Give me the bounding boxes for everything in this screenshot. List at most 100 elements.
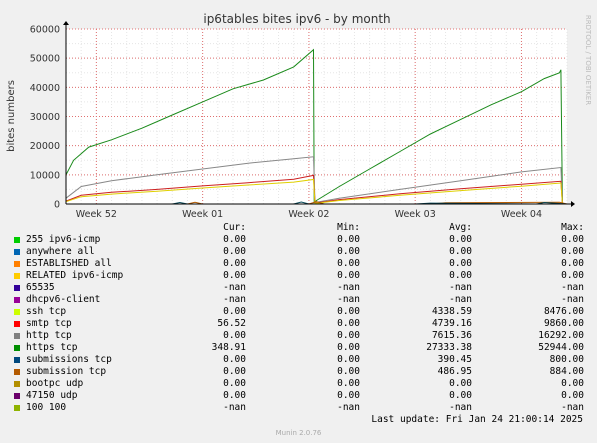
legend-max-value: 0.00 (561, 390, 584, 401)
legend-avg-value: 0.00 (449, 246, 472, 257)
x-tick-label: Week 02 (288, 209, 329, 220)
legend-row: submission tcp 0.00 0.00 486.95 884.00 (0, 366, 597, 378)
legend-cur-value: 0.00 (223, 258, 246, 269)
plot-area: 0 10000 20000 30000 40000 50000 60000 Week 52 We… (30, 21, 575, 220)
legend-label: ssh tcp (26, 306, 67, 317)
chart: ip6tables bites ipv6 - by month bites nu… (6, 12, 592, 220)
legend-cur-value: 0.00 (223, 270, 246, 281)
y-tick-label: 60000 (30, 25, 60, 36)
legend-max-value: -nan (561, 282, 584, 293)
legend-swatch (14, 285, 20, 291)
legend-row: ESTABLISHED all 0.00 0.00 0.00 0.00 (0, 258, 597, 270)
legend-min-value: 0.00 (337, 378, 360, 389)
legend-label: bootpc udp (26, 378, 84, 389)
legend-swatch (14, 345, 20, 351)
legend-cur-value: -nan (223, 294, 246, 305)
footer-version: Munin 2.0.76 (275, 429, 322, 437)
legend-avg-value: 390.45 (437, 354, 472, 365)
legend-max-value: -nan (561, 294, 584, 305)
legend-max-value: 0.00 (561, 246, 584, 257)
legend-min-value: 0.00 (337, 246, 360, 257)
legend-avg-value: 7615.36 (431, 330, 472, 341)
legend-label: http tcp (26, 330, 72, 341)
legend-swatch (14, 273, 20, 279)
y-tick-label: 10000 (30, 170, 60, 181)
legend-swatch (14, 393, 20, 399)
x-tick-label: Week 52 (76, 209, 117, 220)
legend-cur-value: 0.00 (223, 390, 246, 401)
legend-row: RELATED ipv6-icmp 0.00 0.00 0.00 0.00 (0, 270, 597, 282)
legend-max-value: 9860.00 (543, 318, 584, 329)
legend-label: 255 ipv6-icmp (26, 234, 101, 245)
legend-max-value: -nan (561, 402, 584, 413)
legend-row: https tcp 348.91 0.00 27333.38 52944.00 (0, 342, 597, 354)
legend-max-value: 0.00 (561, 258, 584, 269)
legend-max-value: 0.00 (561, 270, 584, 281)
legend-avg-value: -nan (449, 282, 472, 293)
legend-swatch (14, 321, 20, 327)
legend-min-value: 0.00 (337, 390, 360, 401)
x-tick-label: Week 04 (501, 209, 542, 220)
legend-cur-value: 0.00 (223, 354, 246, 365)
legend-min-value: 0.00 (337, 234, 360, 245)
legend-avg-value: 0.00 (449, 390, 472, 401)
header-max: Max: (561, 222, 584, 233)
legend-max-value: 884.00 (549, 366, 584, 377)
legend-avg-value: 4338.59 (431, 306, 472, 317)
watermark: RRDTOOL / TOBI OETIKER (584, 15, 592, 105)
y-tick-label: 30000 (30, 112, 60, 123)
legend-label: https tcp (26, 342, 78, 353)
legend-max-value: 8476.00 (543, 306, 584, 317)
legend-label: submissions tcp (26, 354, 112, 365)
legend-min-value: -nan (337, 294, 360, 305)
legend-min-value: -nan (337, 282, 360, 293)
chart-title: ip6tables bites ipv6 - by month (203, 12, 390, 26)
legend-label: submission tcp (26, 366, 107, 377)
y-axis-arrow (63, 21, 69, 25)
legend-avg-value: -nan (449, 294, 472, 305)
legend-swatch (14, 369, 20, 375)
legend-avg-value: 486.95 (437, 366, 472, 377)
legend-min-value: 0.00 (337, 354, 360, 365)
legend-label: smtp tcp (26, 318, 72, 329)
legend-label: 65535 (26, 282, 55, 293)
legend-max-value: 16292.00 (538, 330, 584, 341)
legend-cur-value: 0.00 (223, 378, 246, 389)
legend-row: http tcp 0.00 0.00 7615.36 16292.00 (0, 330, 597, 342)
legend-avg-value: 4739.16 (431, 318, 472, 329)
legend-row: 100 100 -nan -nan -nan -nan (0, 402, 597, 414)
legend-avg-value: 0.00 (449, 270, 472, 281)
legend-label: anywhere all (26, 246, 95, 257)
legend-max-value: 0.00 (561, 378, 584, 389)
y-tick-label: 20000 (30, 141, 60, 152)
legend-min-value: 0.00 (337, 342, 360, 353)
legend-swatch (14, 261, 20, 267)
legend-min-value: 0.00 (337, 258, 360, 269)
legend-max-value: 0.00 (561, 234, 584, 245)
y-tick-label: 0 (54, 200, 60, 211)
y-tick-label: 40000 (30, 83, 60, 94)
legend-row: bootpc udp 0.00 0.00 0.00 0.00 (0, 378, 597, 390)
legend-avg-value: -nan (449, 402, 472, 413)
legend-cur-value: -nan (223, 282, 246, 293)
legend-max-value: 800.00 (549, 354, 584, 365)
legend-cur-value: 0.00 (223, 234, 246, 245)
legend-cur-value: 0.00 (223, 366, 246, 377)
legend-label: 47150 udp (26, 390, 78, 401)
legend-swatch (14, 309, 20, 315)
legend-cur-value: 56.52 (217, 318, 246, 329)
legend-row: ssh tcp 0.00 0.00 4338.59 8476.00 (0, 306, 597, 318)
legend-avg-value: 0.00 (449, 378, 472, 389)
legend-min-value: 0.00 (337, 366, 360, 377)
header-avg: Avg: (449, 222, 472, 233)
legend-avg-value: 0.00 (449, 258, 472, 269)
legend-label: 100 100 (26, 402, 67, 413)
legend-cur-value: 0.00 (223, 330, 246, 341)
legend-cur-value: 348.91 (211, 342, 246, 353)
header-cur: Cur: (223, 222, 246, 233)
legend-label: ESTABLISHED all (26, 258, 112, 269)
legend-swatch (14, 405, 20, 411)
legend-row: 255 ipv6-icmp 0.00 0.00 0.00 0.00 (0, 234, 597, 246)
legend-label: dhcpv6-client (26, 294, 101, 305)
y-tick-label: 50000 (30, 54, 60, 65)
